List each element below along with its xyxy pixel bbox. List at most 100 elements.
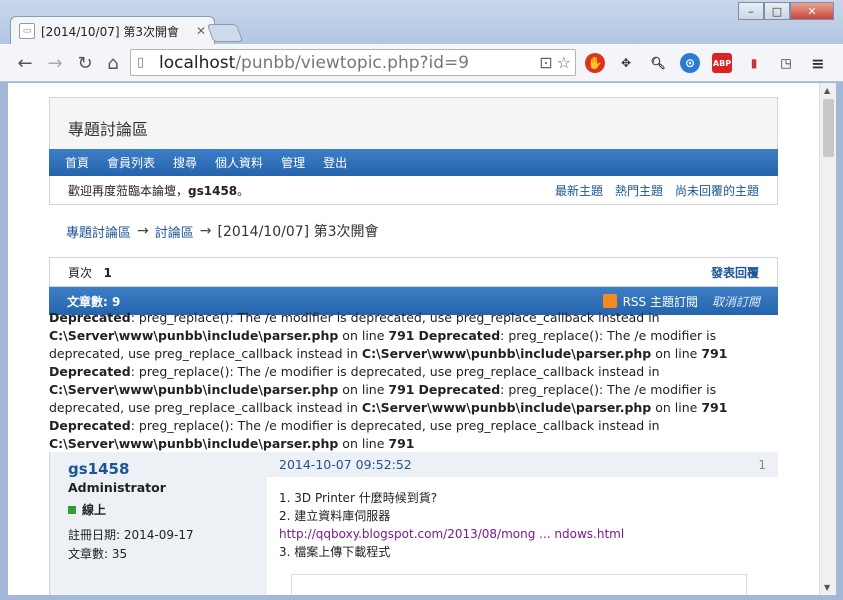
warning-file: C:\Server\www\punbb\include\parser.php (49, 382, 339, 397)
breadcrumb-separator: → (137, 223, 149, 239)
page-icon: ▭ (19, 23, 35, 39)
settings-extension-icon[interactable]: ⊙ (680, 53, 700, 73)
post-header: 2014-10-07 09:52:52 1 (267, 452, 778, 477)
window-controls: – □ ✕ (738, 2, 834, 20)
posts-count: 文章數: 9 (67, 294, 121, 309)
address-bar[interactable]: ▯ localhost/punbb/viewtopic.php?id=9 ⊡ ☆ (130, 49, 576, 76)
adblock-icon[interactable]: ABP (712, 53, 732, 73)
warning-line-number: 791 (388, 382, 415, 397)
star-icon[interactable]: ☆ (557, 53, 571, 72)
rss-link[interactable]: RSS 主題訂閱 (623, 293, 698, 310)
warning-on-line: on line (338, 382, 389, 397)
scroll-thumb[interactable] (823, 99, 834, 157)
nav-home[interactable]: 首頁 (65, 154, 89, 171)
warning-label: Deprecated (49, 364, 131, 379)
extension-arrows-icon[interactable]: ✥ (616, 53, 636, 73)
rss-area: RSS 主題訂閱 取消訂閱 (602, 293, 760, 310)
warning-label: Deprecated (49, 310, 131, 325)
post-date[interactable]: 2014-10-07 09:52:52 (279, 457, 412, 472)
title-bar: ▭ [2014/10/07] 第3次開會 ✕ – □ ✕ (0, 0, 843, 45)
menu-icon[interactable]: ≡ (808, 53, 828, 73)
breadcrumb-index[interactable]: 專題討論區 (66, 222, 131, 241)
warning-message: : preg_replace(): The /e modifier is dep… (130, 364, 660, 379)
url-path: /punbb/viewtopic.php?id=9 (235, 52, 470, 73)
author-username[interactable]: gs1458 (68, 460, 249, 478)
nav-admin[interactable]: 管理 (281, 154, 305, 171)
warning-line-number: 791 (701, 346, 728, 361)
warning-file: C:\Server\www\punbb\include\parser.php (49, 436, 339, 451)
welcome-prefix: 歡迎再度蒞臨本論壇， (68, 183, 189, 198)
main-nav: 首頁 會員列表 搜尋 個人資料 管理 登出 (49, 149, 778, 176)
warning-line-number: 791 (388, 436, 415, 451)
close-window-button[interactable]: ✕ (790, 2, 834, 20)
browser-toolbar: ← → ↻ ⌂ ▯ localhost/punbb/viewtopic.php?… (0, 44, 843, 82)
warning-line-number: 791 (701, 400, 728, 415)
unanswered-topics-link[interactable]: 尚未回覆的主題 (675, 182, 759, 199)
post: gs1458 Administrator 線上 註冊日期: 2014-09-17… (49, 452, 778, 595)
php-warnings: Deprecated: preg_replace(): The /e modif… (49, 309, 778, 453)
post-body: 1. 3D Printer 什麼時候到貨? 2. 建立資料庫伺服器 http:/… (267, 477, 778, 573)
unsubscribe-link[interactable]: 取消訂閱 (712, 293, 760, 310)
author-registered: 註冊日期: 2014-09-17 (68, 528, 194, 542)
warning-file: C:\Server\www\punbb\include\parser.php (49, 328, 339, 343)
warning-message: : preg_replace(): The /e modifier is dep… (130, 310, 660, 325)
page-icon: ▯ (137, 55, 145, 70)
warning-on-line: on line (338, 328, 389, 343)
welcome-bar: 歡迎再度蒞臨本論壇，gs1458。 最新主題 熱門主題 尚未回覆的主題 (49, 176, 778, 205)
warning-label: Deprecated (418, 328, 501, 343)
home-icon[interactable]: ⌂ (102, 52, 124, 74)
rss-icon (602, 294, 617, 308)
breadcrumb-separator: → (199, 223, 212, 239)
minimize-button[interactable]: – (738, 2, 764, 20)
page-number: 1 (103, 265, 112, 280)
tab-title: [2014/10/07] 第3次開會 (41, 24, 179, 39)
window-extension-icon[interactable]: ◳ (776, 53, 796, 73)
author-title: Administrator (68, 480, 166, 495)
new-tab-button[interactable] (206, 24, 244, 42)
close-tab-icon[interactable]: ✕ (196, 24, 206, 38)
warning-label: Deprecated (49, 418, 131, 433)
author-meta: 註冊日期: 2014-09-17 文章數: 35 (68, 526, 249, 564)
scrollbar[interactable]: ▲ ▼ (819, 83, 836, 595)
breadcrumb-forum[interactable]: 討論區 (155, 222, 194, 241)
nav-logout[interactable]: 登出 (323, 154, 347, 171)
magnifier-extension-icon[interactable]: 🔍︎ (648, 53, 668, 73)
scroll-down-icon[interactable]: ▼ (824, 583, 830, 592)
warning-label: Deprecated (418, 382, 501, 397)
forward-icon[interactable]: → (44, 52, 66, 74)
post-reply-link[interactable]: 發表回覆 (711, 264, 759, 281)
scroll-up-icon[interactable]: ▲ (824, 86, 830, 95)
quick-links: 最新主題 熱門主題 尚未回覆的主題 (555, 182, 759, 199)
online-indicator-icon (68, 505, 76, 514)
post-link[interactable]: http://qqboxy.blogspot.com/2013/08/mong … (279, 525, 766, 543)
warning-on-line: on line (651, 346, 702, 361)
browser-tab[interactable]: ▭ [2014/10/07] 第3次開會 ✕ (10, 16, 215, 45)
post-author: gs1458 Administrator 線上 註冊日期: 2014-09-17… (50, 452, 267, 595)
warning-file: C:\Server\www\punbb\include\parser.php (361, 346, 652, 361)
back-icon[interactable]: ← (14, 52, 36, 74)
forum-header: 專題討論區 首頁 會員列表 搜尋 個人資料 管理 登出 歡迎再度蒞臨本論壇，gs… (49, 97, 778, 315)
browser-window: ▭ [2014/10/07] 第3次開會 ✕ – □ ✕ ← → ↻ ⌂ ▯ l… (0, 0, 843, 600)
nav-userlist[interactable]: 會員列表 (107, 154, 155, 171)
welcome-suffix: 。 (237, 183, 250, 198)
reload-icon[interactable]: ↻ (74, 52, 96, 74)
translate-icon[interactable]: ⊡ (539, 53, 552, 72)
nav-search[interactable]: 搜尋 (173, 154, 197, 171)
author-posts: 文章數: 35 (68, 547, 128, 561)
board-title: 專題討論區 (49, 97, 778, 149)
online-label: 線上 (82, 503, 107, 517)
recent-topics-link[interactable]: 最新主題 (555, 182, 603, 199)
maximize-button[interactable]: □ (764, 2, 790, 20)
active-topics-link[interactable]: 熱門主題 (615, 182, 663, 199)
welcome-text: 歡迎再度蒞臨本論壇，gs1458。 (68, 182, 249, 199)
breadcrumb: 專題討論區 → 討論區 → [2014/10/07] 第3次開會 (49, 205, 778, 257)
nav-profile[interactable]: 個人資料 (215, 154, 263, 171)
page-bar: 頁次 1 發表回覆 (49, 257, 778, 287)
stop-extension-icon[interactable]: ✋ (585, 53, 605, 73)
online-status: 線上 (68, 501, 249, 518)
url-host: localhost (159, 52, 236, 73)
warning-on-line: on line (338, 436, 389, 451)
pages-label: 頁次 (68, 265, 93, 280)
warning-message: : preg_replace(): The /e modifier is dep… (130, 418, 660, 433)
bookmark-extension-icon[interactable]: ▮ (744, 53, 764, 73)
